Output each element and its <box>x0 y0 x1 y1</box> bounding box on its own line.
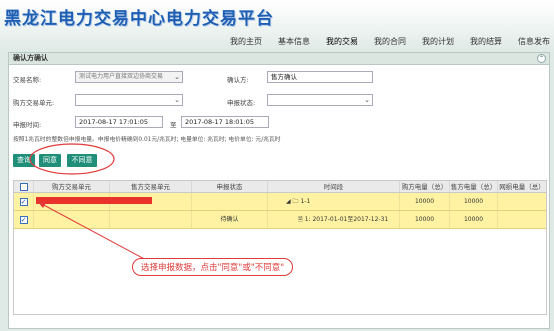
nav-my-plan[interactable]: 我的计划 <box>422 36 454 47</box>
col-period: 时间段 <box>268 181 400 192</box>
apply-time-end-value: 2017-08-17 18:01:05 <box>185 118 255 126</box>
seller-qty-cell: 10000 <box>450 211 498 228</box>
buyer-cell <box>34 211 110 228</box>
col-apply-status: 申报状态 <box>192 181 268 192</box>
period-cell: ◢ 🗀 1-1 <box>268 193 400 210</box>
col-seller-unit: 售方交易单元 <box>110 181 192 192</box>
buyer-qty-cell: 10000 <box>400 211 450 228</box>
chevron-down-icon: ⌄ <box>174 73 180 81</box>
table-header: 购方交易单元 售方交易单元 申报状态 时间段 购方电量（总） 售方电量（总） 网… <box>14 181 546 193</box>
buyer-unit-select[interactable]: ⌄ <box>75 94 183 106</box>
apply-status-select[interactable]: ⌄ <box>267 94 373 106</box>
redaction-bar <box>36 197 152 204</box>
status-cell: 待确认 <box>192 211 268 228</box>
main-nav: 我的主页 基本信息 我的交易 我的合同 我的计划 我的结算 信息发布 <box>214 36 550 47</box>
instruction-callout: 选择申报数据，点击"同意"或"不同意" <box>132 258 294 276</box>
loss-qty-cell <box>498 193 546 210</box>
col-buyer-qty: 购方电量（总） <box>400 181 450 192</box>
table-row[interactable]: ✓ 待确认 🗎 1: 2017-01-01至2017-12-31 10000 1… <box>14 211 546 229</box>
apply-time-label: 申报时间: <box>13 121 42 129</box>
select-all-cell <box>14 181 34 192</box>
nav-info-release[interactable]: 信息发布 <box>518 36 550 47</box>
period-text: 1: 2017-01-01至2017-12-31 <box>304 216 389 223</box>
col-buyer-unit: 购方交易单元 <box>34 181 110 192</box>
confirmer-field[interactable]: 售方确认 <box>267 71 373 83</box>
panel-title-text: 确认方确认 <box>13 54 48 62</box>
seller-cell <box>110 211 192 228</box>
confirmer-value: 售方确认 <box>271 73 297 81</box>
select-all-checkbox[interactable] <box>19 183 28 191</box>
query-button[interactable]: 查询 <box>13 154 35 167</box>
document-icon: 🗎 <box>298 216 305 223</box>
folder-icon: 🗀 <box>292 198 299 205</box>
period-cell: 🗎 1: 2017-01-01至2017-12-31 <box>268 211 400 228</box>
nav-my-trade[interactable]: 我的交易 <box>326 36 358 47</box>
col-loss-qty: 网损电量（总） <box>499 183 545 191</box>
rules-note: 按照1兆瓦时的整数倍申报电量。申报电价精确到0.01元/兆瓦时; 电量单位: 兆… <box>13 137 281 143</box>
agree-button[interactable]: 同意 <box>39 154 61 167</box>
panel-title: 确认方确认 ⌃ <box>9 53 549 65</box>
confirm-panel: 确认方确认 ⌃ 交易名称: 测试电力用户直接双边协商交易 ⌄ 确认方: 售方确认… <box>8 52 550 329</box>
row-checkbox-cell: ✓ <box>14 193 34 210</box>
buyer-qty-cell: 10000 <box>400 193 450 210</box>
chevron-down-icon: ⌄ <box>364 96 370 104</box>
collapse-icon[interactable]: ⌃ <box>537 54 546 63</box>
apply-time-start-input[interactable]: 2017-08-17 17:01:05 <box>75 116 163 128</box>
apply-time-end-input[interactable]: 2017-08-17 18:01:05 <box>181 116 269 128</box>
row-checkbox[interactable]: ✓ <box>19 215 28 224</box>
status-cell <box>192 193 268 210</box>
trade-name-value: 测试电力用户直接双边协商交易 <box>79 73 164 80</box>
apply-time-start-value: 2017-08-17 17:01:05 <box>79 118 149 126</box>
apply-status-label: 申报状态: <box>227 99 256 107</box>
buyer-unit-label: 购方交易单元: <box>13 99 55 107</box>
trade-name-select[interactable]: 测试电力用户直接双边协商交易 ⌄ <box>75 71 183 83</box>
col-seller-qty: 售方电量（总） <box>450 181 498 192</box>
nav-basic-info[interactable]: 基本信息 <box>278 36 310 47</box>
nav-my-contract[interactable]: 我的合同 <box>374 36 406 47</box>
to-label: 至 <box>170 121 177 129</box>
row-checkbox-cell: ✓ <box>14 211 34 228</box>
nav-my-settlement[interactable]: 我的结算 <box>470 36 502 47</box>
row-checkbox[interactable]: ✓ <box>19 197 28 206</box>
trade-name-label: 交易名称: <box>13 76 42 84</box>
period-text: 1-1 <box>300 198 311 205</box>
app-title: 黑龙江电力交易中心电力交易平台 <box>4 9 274 29</box>
chevron-down-icon: ⌄ <box>174 96 180 104</box>
nav-home[interactable]: 我的主页 <box>230 36 262 47</box>
loss-qty-cell <box>498 211 546 228</box>
app-header: 黑龙江电力交易中心电力交易平台 我的主页 基本信息 我的交易 我的合同 我的计划… <box>0 0 554 52</box>
disagree-button[interactable]: 不同意 <box>67 154 97 167</box>
confirmer-label: 确认方: <box>227 76 249 84</box>
seller-qty-cell: 10000 <box>450 193 498 210</box>
